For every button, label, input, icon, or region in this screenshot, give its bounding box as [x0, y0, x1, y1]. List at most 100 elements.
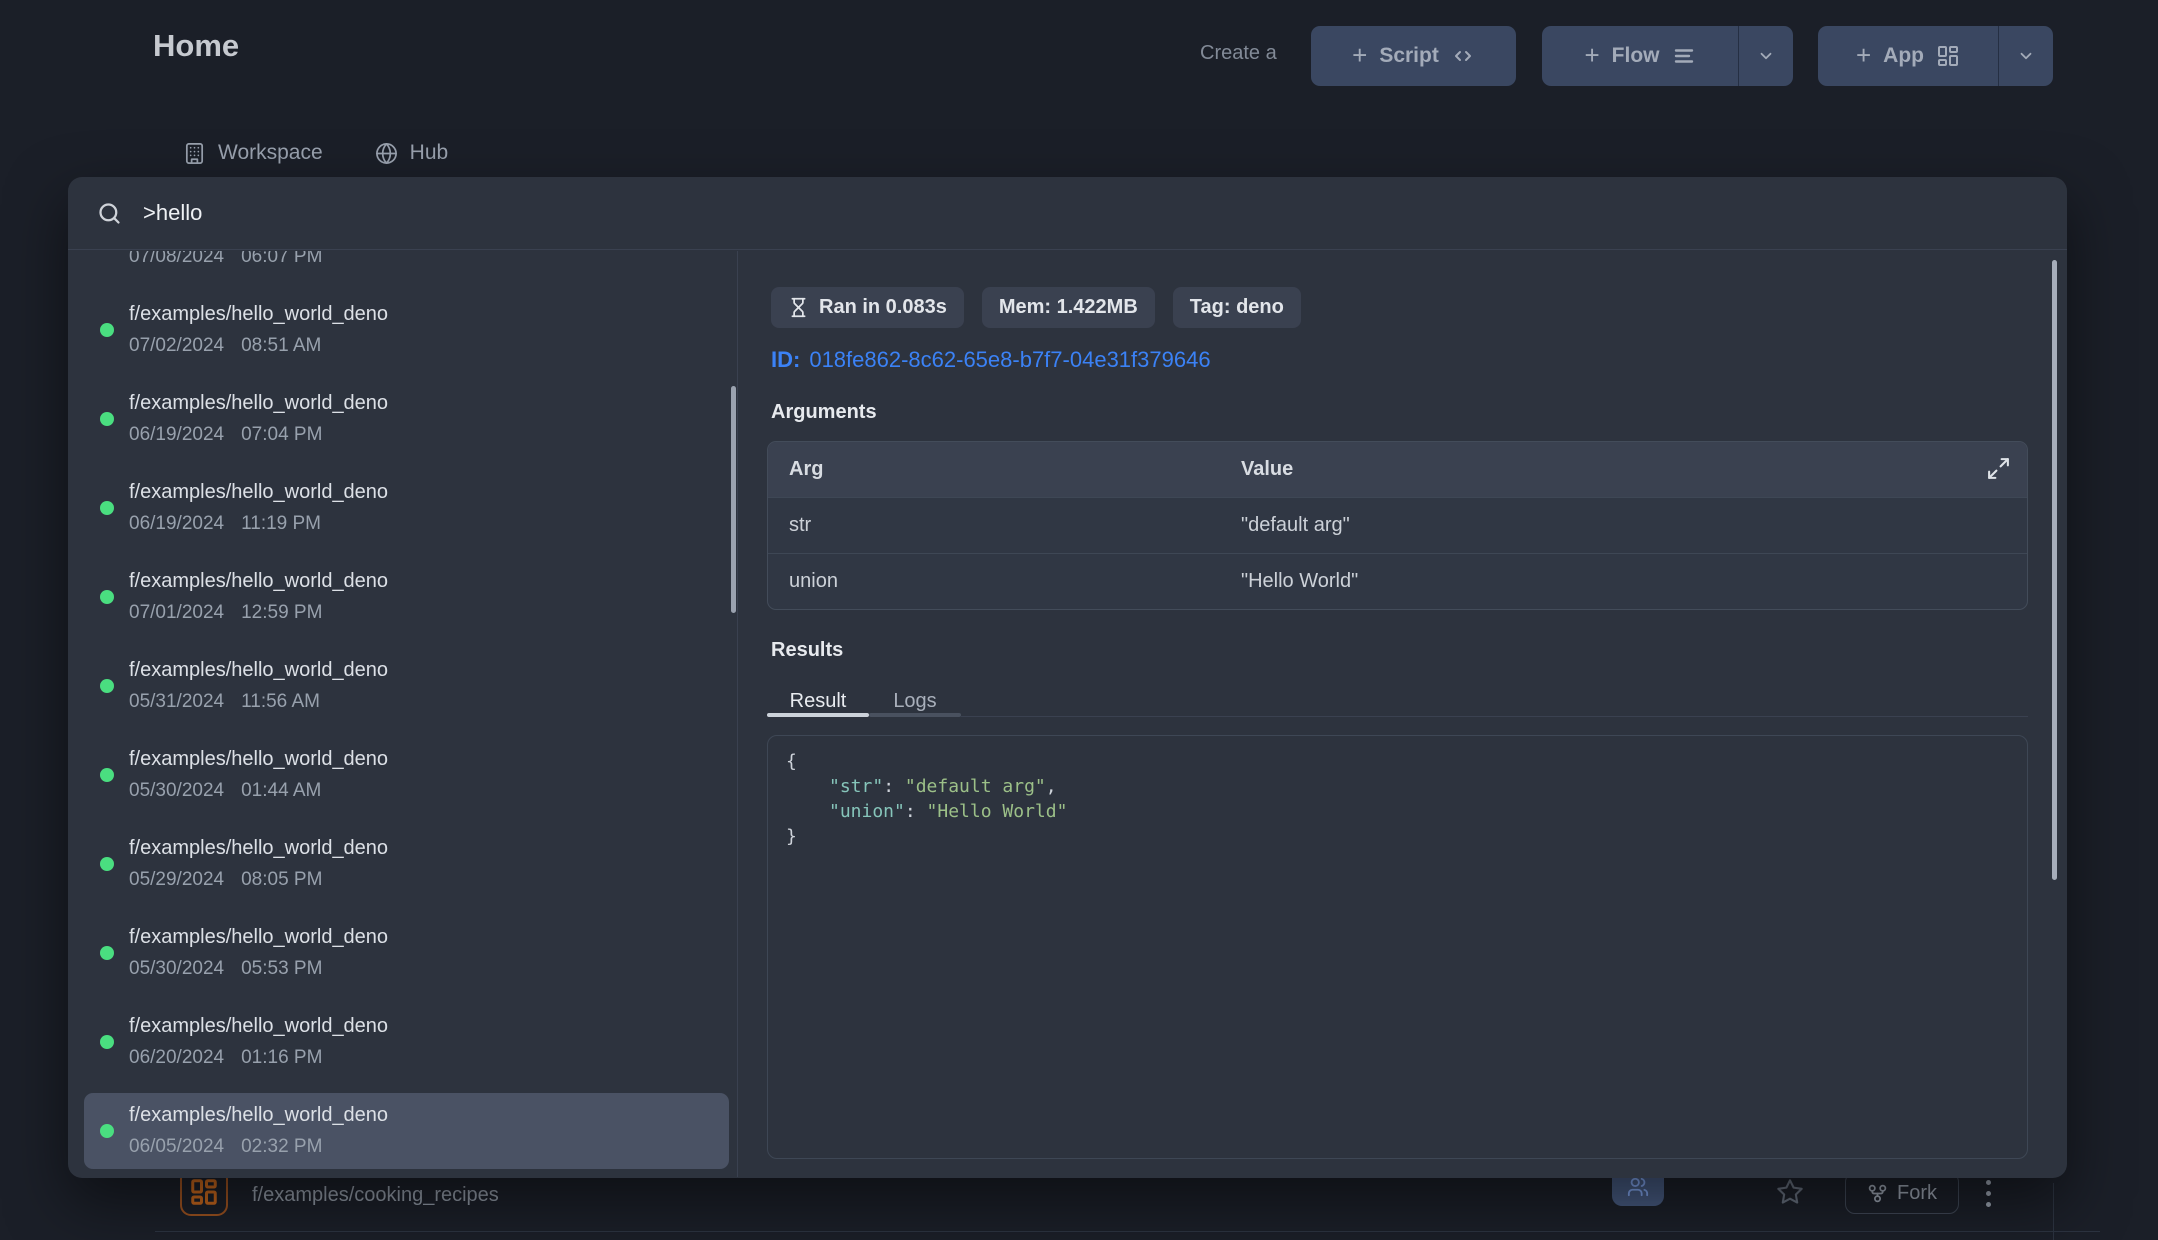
run-item-path: f/examples/hello_world_deno [129, 748, 388, 771]
tag-badge: Tag: deno [1173, 287, 1301, 328]
run-item-time: 08:51 AM [241, 335, 321, 357]
tab-workspace-label: Workspace [218, 141, 323, 165]
tag-badge-label: Tag: deno [1190, 296, 1284, 319]
status-dot-icon [100, 1035, 114, 1049]
app-dropdown-button[interactable] [1998, 26, 2053, 86]
argument-name-cell: union [768, 570, 1241, 593]
run-id-link[interactable]: 018fe862-8c62-65e8-b7f7-04e31f379646 [809, 347, 1210, 372]
run-list-item[interactable]: f/examples/hello_world_deno 05/31/2024 11:… [84, 648, 729, 724]
tab-workspace[interactable]: Workspace [183, 141, 323, 165]
status-dot-icon [100, 768, 114, 782]
result-json-viewer: {"str": "default arg","union": "Hello Wo… [767, 735, 2028, 1159]
run-item-text: f/examples/hello_world_deno 05/30/202401:… [129, 748, 388, 802]
flow-dropdown-button[interactable] [1738, 26, 1793, 86]
chevron-down-icon [1757, 47, 1775, 65]
chevron-down-icon [2017, 47, 2035, 65]
plus-icon: + [1856, 42, 1871, 68]
create-a-label: Create a [1200, 42, 1277, 65]
run-list-item[interactable]: f/examples/hello_world_deno06/20/202401:… [84, 1004, 729, 1080]
create-script-button[interactable]: + Script [1311, 26, 1516, 86]
memory-badge: Mem: 1.422MB [982, 287, 1155, 328]
run-id: ID: 018fe862-8c62-65e8-b7f7-04e31f379646 [771, 347, 1211, 373]
search-bar [68, 177, 2067, 250]
results-title: Results [771, 639, 843, 662]
workspace-hub-tabs: Workspace Hub [183, 141, 448, 165]
run-item-path: f/examples/hello_world_deno [129, 837, 388, 860]
create-app-button-group: + App [1818, 26, 2053, 86]
run-item-path: f/examples/hello_world_deno [129, 926, 388, 949]
run-item-time: 12:59 PM [241, 602, 322, 624]
run-item-time: 01:44 AM [241, 780, 321, 802]
status-dot-icon [100, 946, 114, 960]
run-item-datetime: 05/30/202405:53 PM [129, 958, 388, 980]
run-item-datetime: 05/30/202401:44 AM [129, 780, 388, 802]
run-item-text: f/examples/hello_world_deno 06/05/2024 02:… [129, 1104, 388, 1158]
arguments-table-header: Arg Value [768, 442, 2027, 497]
run-list-item[interactable]: f/examples/hello_world_deno 05/29/202408:… [84, 826, 729, 902]
argument-row: str"default arg" [768, 497, 2027, 553]
arguments-title: Arguments [771, 401, 877, 424]
run-item-path: f/examples/hello_world_deno [129, 1104, 388, 1127]
run-list-item[interactable]: f/examples/hello_world_deno07/02/202408:… [84, 292, 729, 368]
run-list-item[interactable]: f/examples/hello_world_deno 05/30/202405:… [84, 915, 729, 991]
run-list-item[interactable]: f/examples/hello_world_deno 06/05/2024 02:… [84, 1093, 729, 1169]
duration-badge-label: Ran in 0.083s [819, 296, 947, 319]
run-list-item[interactable]: f/examples/hello_world_deno 05/30/202401:… [84, 737, 729, 813]
building-icon [183, 142, 206, 165]
status-dot-icon [100, 1124, 114, 1138]
json-open-brace: { [786, 749, 2009, 774]
app-item-path: f/examples/cooking_recipes [252, 1184, 499, 1207]
detail-scrollbar[interactable] [2052, 260, 2057, 880]
create-app-button[interactable]: + App [1818, 26, 1998, 86]
run-item-date: 05/31/2024 [129, 691, 224, 713]
run-id-label: ID: [771, 347, 800, 372]
run-item-time: 02:32 PM [241, 1136, 322, 1158]
status-dot-icon [100, 679, 114, 693]
fork-button[interactable]: Fork [1845, 1172, 1959, 1214]
layout-grid-icon [1936, 44, 1960, 68]
run-item-date: 06/19/2024 [129, 513, 224, 535]
run-list[interactable]: f/examples/hello_world_deno07/08/202406:… [68, 251, 738, 1177]
logs-tab-underline [869, 713, 961, 717]
run-item-text: f/examples/hello_world_deno07/01/202412:… [129, 570, 388, 624]
argument-value-cell: "default arg" [1241, 514, 2027, 537]
run-item-time: 01:16 PM [241, 1047, 322, 1069]
run-list-item[interactable]: f/examples/hello_world_deno07/08/202406:… [84, 251, 729, 279]
search-input[interactable] [143, 200, 2037, 226]
expand-icon[interactable] [1986, 456, 2011, 481]
users-icon [1627, 1176, 1649, 1198]
flow-button-label: Flow [1612, 44, 1660, 68]
status-dot-icon [100, 323, 114, 337]
tab-hub[interactable]: Hub [375, 141, 449, 165]
run-item-path: f/examples/hello_world_deno [129, 659, 388, 682]
run-list-item[interactable]: f/examples/hello_world_deno07/01/202412:… [84, 559, 729, 635]
run-item-text: f/examples/hello_world_deno 05/30/202405:… [129, 926, 388, 980]
background-divider [155, 1231, 2100, 1232]
json-value: "Hello World" [927, 801, 1068, 822]
argument-value-cell: "Hello World" [1241, 570, 2027, 593]
run-item-datetime: 05/31/2024 11:56 AM [129, 691, 388, 713]
run-item-time: 11:56 AM [241, 691, 320, 713]
run-item-date: 05/29/2024 [129, 869, 224, 891]
run-list-item[interactable]: f/examples/hello_world_deno06/19/202411:… [84, 470, 729, 546]
json-key: "str" [829, 776, 883, 797]
run-item-date: 05/30/2024 [129, 958, 224, 980]
active-tab-underline [767, 713, 869, 717]
json-colon: : [883, 776, 905, 797]
run-item-text: f/examples/hello_world_deno06/19/202411:… [129, 481, 388, 535]
kebab-menu-button[interactable] [1986, 1180, 1991, 1207]
arg-column-header: Arg [768, 458, 1241, 481]
json-entry-line: "union": "Hello World" [786, 799, 2009, 824]
run-list-scrollbar[interactable] [731, 386, 736, 613]
run-item-datetime: 06/20/202401:16 PM [129, 1047, 388, 1069]
run-item-text: f/examples/hello_world_deno07/08/202406:… [129, 251, 388, 268]
star-icon[interactable] [1776, 1178, 1804, 1206]
flow-bars-icon [1672, 44, 1696, 68]
run-item-time: 06:07 PM [241, 251, 322, 268]
run-item-date: 06/05/2024 [129, 1136, 224, 1158]
run-list-item[interactable]: f/examples/hello_world_deno06/19/202407:… [84, 381, 729, 457]
create-flow-button[interactable]: + Flow [1542, 26, 1738, 86]
run-item-datetime: 07/01/202412:59 PM [129, 602, 388, 624]
run-item-datetime: 05/29/202408:05 PM [129, 869, 388, 891]
page-title: Home [153, 28, 239, 64]
